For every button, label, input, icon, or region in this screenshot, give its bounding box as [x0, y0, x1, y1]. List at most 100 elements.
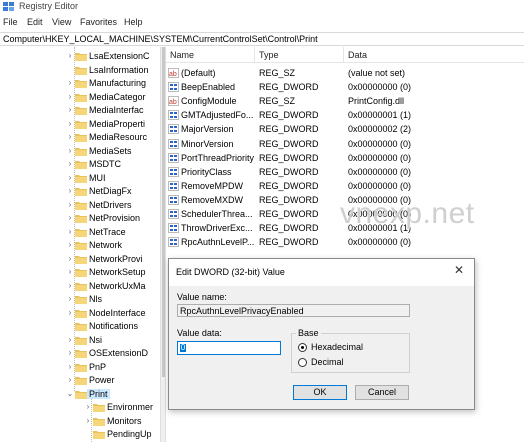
chevron-right-icon[interactable]: › — [66, 294, 74, 304]
tree-item[interactable]: › NetProvision — [0, 212, 160, 226]
tree-item[interactable]: › Power — [0, 374, 160, 388]
tree-item-label[interactable]: MediaResourc — [89, 132, 147, 142]
chevron-right-icon[interactable]: › — [66, 213, 74, 223]
chevron-right-icon[interactable]: › — [66, 308, 74, 318]
tree-item[interactable]: › NetTrace — [0, 226, 160, 240]
tree-item-label[interactable]: Nls — [89, 294, 102, 304]
tree-item-label[interactable]: NetTrace — [89, 227, 126, 237]
tree-item-label[interactable]: NetProvision — [89, 213, 140, 223]
tree-item[interactable]: › NetDiagFx — [0, 185, 160, 199]
tree-item[interactable]: › MediaCategor — [0, 91, 160, 105]
tree-item[interactable]: › Monitors — [0, 415, 160, 429]
value-row[interactable]: PriorityClass REG_DWORD 0x00000000 (0) — [166, 166, 524, 179]
tree-item-label[interactable]: MSDTC — [89, 159, 121, 169]
tree-item-label[interactable]: MediaSets — [89, 146, 132, 156]
tree-item[interactable]: › MediaProperti — [0, 118, 160, 132]
decimal-radio[interactable] — [298, 358, 307, 367]
chevron-right-icon[interactable]: › — [84, 402, 92, 412]
chevron-right-icon[interactable]: › — [66, 51, 74, 61]
menu-edit[interactable]: Edit — [27, 17, 43, 27]
chevron-right-icon[interactable]: › — [66, 375, 74, 385]
tree-item[interactable]: › NetworkUxMa — [0, 280, 160, 294]
tree-item-label[interactable]: NetworkUxMa — [89, 281, 146, 291]
chevron-right-icon[interactable]: › — [66, 335, 74, 345]
column-header-type[interactable]: Type — [255, 47, 344, 63]
chevron-right-icon[interactable]: › — [66, 159, 74, 169]
chevron-right-icon[interactable]: › — [66, 78, 74, 88]
tree-item[interactable]: › NetworkProvi — [0, 253, 160, 267]
value-row[interactable]: PortThreadPriority REG_DWORD 0x00000000 (0… — [166, 152, 524, 165]
tree-scrollbar-thumb[interactable] — [162, 47, 165, 377]
tree-item-label[interactable]: MediaInterfac — [89, 105, 144, 115]
tree-item[interactable]: › Nsi — [0, 334, 160, 348]
ok-button[interactable]: OK — [293, 385, 347, 400]
chevron-right-icon[interactable]: › — [66, 281, 74, 291]
tree-item[interactable]: › NodeInterface — [0, 307, 160, 321]
tree-item-label[interactable]: Manufacturing — [89, 78, 146, 88]
tree-item[interactable]: › Manufacturing — [0, 77, 160, 91]
chevron-right-icon[interactable]: › — [66, 92, 74, 102]
tree-item[interactable]: › MediaResourc — [0, 131, 160, 145]
tree-item[interactable]: › Environmer — [0, 401, 160, 415]
tree-item-label[interactable]: Monitors — [107, 416, 142, 426]
tree-item[interactable]: › MSDTC — [0, 158, 160, 172]
chevron-right-icon[interactable]: › — [66, 348, 74, 358]
menu-favorites[interactable]: Favorites — [80, 17, 117, 27]
tree-item-label[interactable]: OSExtensionD — [89, 348, 148, 358]
tree-item-label[interactable]: Power — [89, 375, 115, 385]
tree-item[interactable]: ⌄ Print — [0, 388, 160, 402]
tree-item[interactable]: › LsaExtensionC — [0, 50, 160, 64]
tree-item[interactable]: Notifications — [0, 320, 160, 334]
tree-item-label[interactable]: Environmer — [107, 402, 153, 412]
value-row[interactable]: RpcAuthnLevelP... REG_DWORD 0x00000000 (0) — [166, 236, 524, 249]
chevron-right-icon[interactable]: › — [66, 173, 74, 183]
column-header-name[interactable]: Name — [166, 47, 255, 63]
tree-item-label[interactable]: LsaInformation — [89, 65, 149, 75]
value-row[interactable]: MajorVersion REG_DWORD 0x00000002 (2) — [166, 123, 524, 136]
chevron-right-icon[interactable]: › — [66, 186, 74, 196]
tree-item-label[interactable]: Nsi — [89, 335, 102, 345]
value-row[interactable]: MinorVersion REG_DWORD 0x00000000 (0) — [166, 138, 524, 151]
value-data-input[interactable]: 0 — [177, 341, 281, 355]
hexadecimal-radio[interactable] — [298, 343, 307, 352]
tree-item[interactable]: › MUI — [0, 172, 160, 186]
tree-item-label[interactable]: NetworkProvi — [89, 254, 143, 264]
menu-view[interactable]: View — [52, 17, 71, 27]
chevron-right-icon[interactable]: › — [66, 227, 74, 237]
cancel-button[interactable]: Cancel — [355, 385, 409, 400]
chevron-right-icon[interactable]: › — [66, 362, 74, 372]
tree-item[interactable]: › PnP — [0, 361, 160, 375]
tree-item-label[interactable]: NetDiagFx — [89, 186, 132, 196]
chevron-right-icon[interactable]: › — [84, 416, 92, 426]
tree-item[interactable]: › MediaInterfac — [0, 104, 160, 118]
close-icon[interactable]: ✕ — [454, 264, 464, 276]
value-row[interactable]: ab (Default) REG_SZ (value not set) — [166, 67, 524, 80]
chevron-down-icon[interactable]: ⌄ — [66, 389, 74, 399]
tree-item-label[interactable]: MediaProperti — [89, 119, 145, 129]
value-row[interactable]: ab ConfigModule REG_SZ PrintConfig.dll — [166, 95, 524, 108]
address-bar[interactable]: Computer\HKEY_LOCAL_MACHINE\SYSTEM\Curre… — [0, 32, 524, 46]
tree-item-label[interactable]: LsaExtensionC — [89, 51, 150, 61]
hexadecimal-label[interactable]: Hexadecimal — [311, 342, 363, 352]
tree-item[interactable]: › NetDrivers — [0, 199, 160, 213]
key-tree[interactable]: › LsaExtensionC LsaInformation › Manufacturi… — [0, 47, 160, 442]
tree-item-label[interactable]: Print — [87, 388, 110, 399]
tree-item[interactable]: › NetworkSetup — [0, 266, 160, 280]
tree-item-label[interactable]: Network — [89, 240, 122, 250]
tree-item[interactable]: LsaInformation — [0, 64, 160, 78]
chevron-right-icon[interactable]: › — [66, 267, 74, 277]
tree-item-label[interactable]: PnP — [89, 362, 106, 372]
tree-item-label[interactable]: NodeInterface — [89, 308, 146, 318]
value-row[interactable]: BeepEnabled REG_DWORD 0x00000000 (0) — [166, 81, 524, 94]
address-path[interactable]: Computer\HKEY_LOCAL_MACHINE\SYSTEM\Curre… — [3, 34, 318, 44]
column-header-data[interactable]: Data — [344, 47, 524, 63]
chevron-right-icon[interactable]: › — [66, 119, 74, 129]
chevron-right-icon[interactable]: › — [66, 240, 74, 250]
chevron-right-icon[interactable]: › — [66, 105, 74, 115]
value-data-text[interactable]: 0 — [180, 344, 186, 352]
tree-item-label[interactable]: NetworkSetup — [89, 267, 146, 277]
value-row[interactable]: RemoveMPDW REG_DWORD 0x00000000 (0) — [166, 180, 524, 193]
chevron-right-icon[interactable]: › — [66, 132, 74, 142]
tree-item-label[interactable]: MediaCategor — [89, 92, 146, 102]
chevron-right-icon[interactable]: › — [66, 200, 74, 210]
